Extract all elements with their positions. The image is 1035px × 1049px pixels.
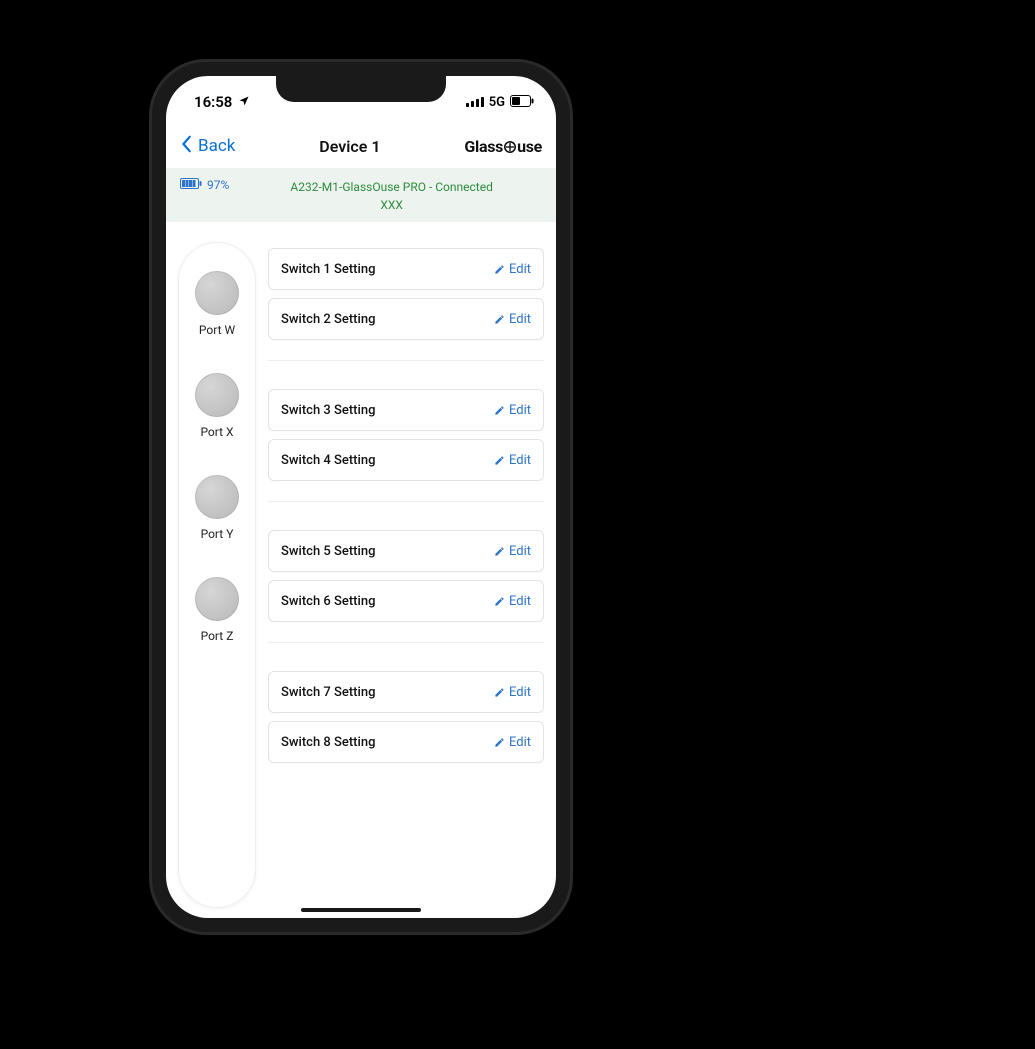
pencil-icon xyxy=(494,264,505,275)
port-dot-icon xyxy=(195,271,239,315)
switch-column: Switch 1 Setting Edit Switch 2 Setting E… xyxy=(268,242,544,908)
nav-bar: Back Device 1 Glass use xyxy=(166,124,556,168)
device-connection-line1: A232-M1-GlassOuse PRO - Connected xyxy=(241,178,542,196)
port-label: Port Y xyxy=(201,527,234,541)
device-connection-line2: XXX xyxy=(241,196,542,214)
edit-label: Edit xyxy=(509,735,531,750)
device-connection: A232-M1-GlassOuse PRO - Connected XXX xyxy=(241,178,542,214)
brand-text-left: Glass xyxy=(464,137,503,156)
back-button[interactable]: Back xyxy=(180,135,235,158)
edit-button[interactable]: Edit xyxy=(494,594,531,609)
switch-label: Switch 4 Setting xyxy=(281,453,375,468)
brand-logo: Glass use xyxy=(464,137,542,156)
port-item[interactable]: Port Z xyxy=(195,577,239,643)
edit-button[interactable]: Edit xyxy=(494,453,531,468)
switch-group: Switch 5 Setting Edit Switch 6 Setting E… xyxy=(268,530,544,643)
edit-button[interactable]: Edit xyxy=(494,735,531,750)
edit-label: Edit xyxy=(509,262,531,277)
port-label: Port X xyxy=(200,425,233,439)
pencil-icon xyxy=(494,737,505,748)
network-label: 5G xyxy=(489,95,505,110)
pencil-icon xyxy=(494,596,505,607)
switch-row[interactable]: Switch 6 Setting Edit xyxy=(268,580,544,622)
port-item[interactable]: Port X xyxy=(195,373,239,439)
switch-row[interactable]: Switch 3 Setting Edit xyxy=(268,389,544,431)
content-area: Port W Port X Port Y Port Z xyxy=(166,222,556,918)
edit-button[interactable]: Edit xyxy=(494,262,531,277)
switch-label: Switch 8 Setting xyxy=(281,735,375,750)
edit-button[interactable]: Edit xyxy=(494,312,531,327)
device-battery: 97% xyxy=(180,178,229,192)
home-indicator[interactable] xyxy=(301,908,421,912)
switch-row[interactable]: Switch 1 Setting Edit xyxy=(268,248,544,290)
chevron-left-icon xyxy=(180,135,194,158)
edit-button[interactable]: Edit xyxy=(494,544,531,559)
page-title: Device 1 xyxy=(319,137,380,156)
device-battery-percent: 97% xyxy=(207,178,229,192)
port-label: Port Z xyxy=(201,629,234,643)
signal-icon xyxy=(466,93,484,111)
phone-screen: 16:58 5G xyxy=(166,76,556,918)
switch-group: Switch 1 Setting Edit Switch 2 Setting E… xyxy=(268,248,544,361)
back-label: Back xyxy=(198,136,235,156)
switch-row[interactable]: Switch 7 Setting Edit xyxy=(268,671,544,713)
device-battery-icon xyxy=(180,178,202,192)
pencil-icon xyxy=(494,455,505,466)
edit-label: Edit xyxy=(509,453,531,468)
switch-group: Switch 3 Setting Edit Switch 4 Setting E… xyxy=(268,389,544,502)
port-dot-icon xyxy=(195,373,239,417)
switch-label: Switch 7 Setting xyxy=(281,685,375,700)
port-dot-icon xyxy=(195,577,239,621)
switch-label: Switch 1 Setting xyxy=(281,262,375,277)
edit-label: Edit xyxy=(509,403,531,418)
status-left: 16:58 xyxy=(194,93,250,111)
switch-label: Switch 2 Setting xyxy=(281,312,375,327)
phone-frame: 16:58 5G xyxy=(152,62,570,932)
switch-group: Switch 7 Setting Edit Switch 8 Setting E… xyxy=(268,671,544,783)
edit-label: Edit xyxy=(509,312,531,327)
pencil-icon xyxy=(494,405,505,416)
switch-label: Switch 3 Setting xyxy=(281,403,375,418)
phone-notch xyxy=(276,76,446,102)
switch-row[interactable]: Switch 5 Setting Edit xyxy=(268,530,544,572)
switch-row[interactable]: Switch 2 Setting Edit xyxy=(268,298,544,340)
battery-icon xyxy=(510,93,534,111)
edit-label: Edit xyxy=(509,594,531,609)
pencil-icon xyxy=(494,314,505,325)
switch-label: Switch 6 Setting xyxy=(281,594,375,609)
edit-button[interactable]: Edit xyxy=(494,685,531,700)
status-right: 5G xyxy=(466,93,534,111)
ports-rail: Port W Port X Port Y Port Z xyxy=(178,242,256,908)
edit-label: Edit xyxy=(509,544,531,559)
pencil-icon xyxy=(494,546,505,557)
pencil-icon xyxy=(494,687,505,698)
switch-row[interactable]: Switch 8 Setting Edit xyxy=(268,721,544,763)
switch-row[interactable]: Switch 4 Setting Edit xyxy=(268,439,544,481)
switch-label: Switch 5 Setting xyxy=(281,544,375,559)
port-label: Port W xyxy=(199,323,235,337)
status-time: 16:58 xyxy=(194,93,232,111)
location-arrow-icon xyxy=(238,93,250,111)
device-status-strip: 97% A232-M1-GlassOuse PRO - Connected XX… xyxy=(166,168,556,222)
port-dot-icon xyxy=(195,475,239,519)
port-item[interactable]: Port W xyxy=(195,271,239,337)
edit-button[interactable]: Edit xyxy=(494,403,531,418)
brand-text-right: use xyxy=(517,137,542,156)
port-item[interactable]: Port Y xyxy=(195,475,239,541)
edit-label: Edit xyxy=(509,685,531,700)
brand-o-icon xyxy=(503,137,517,156)
